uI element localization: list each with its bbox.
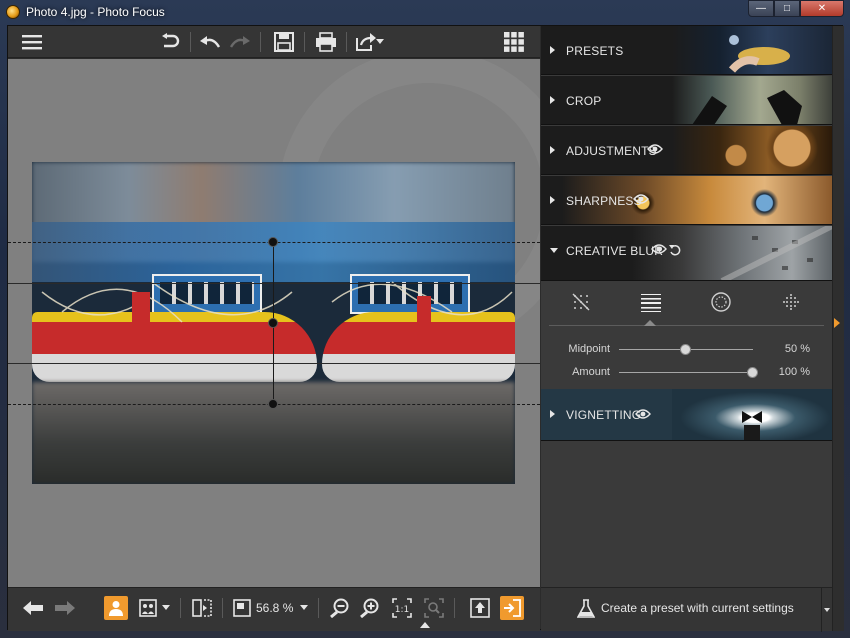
maximize-button[interactable]: □	[774, 0, 800, 17]
title-bar: Photo 4.jpg - Photo Focus — □ ✕	[0, 0, 850, 24]
creative-blur-controls: Midpoint 50 % Amount 100 %	[541, 281, 832, 389]
amount-value: 100 %	[778, 366, 810, 378]
close-button[interactable]: ✕	[800, 0, 844, 17]
zoom-out-icon[interactable]	[328, 596, 352, 620]
vignetting-art	[672, 389, 832, 440]
forward-arrow-icon[interactable]	[52, 596, 76, 620]
redo-icon[interactable]	[226, 30, 254, 54]
section-adjustments[interactable]: ADJUSTMENTS	[541, 126, 832, 175]
no-blur-icon[interactable]	[568, 289, 594, 315]
section-presets[interactable]: PRESETS	[541, 26, 832, 75]
client-area: 56.8 % 1:1 PRESETS CROP ADJUSTMENTS SHAR…	[7, 25, 844, 632]
mode-selector-track	[549, 325, 824, 326]
toolbar-separator	[260, 32, 261, 52]
dot-blur-icon[interactable]	[778, 289, 804, 315]
create-preset-bar[interactable]: Create a preset with current settings	[541, 587, 832, 632]
minimize-button[interactable]: —	[748, 0, 774, 17]
collapsed-caret-icon	[550, 96, 555, 104]
menu-icon[interactable]	[18, 30, 46, 54]
window-title: Photo 4.jpg - Photo Focus	[26, 5, 165, 19]
chevron-down-icon[interactable]	[298, 596, 310, 620]
eye-icon[interactable]	[635, 408, 651, 420]
collapsed-caret-icon	[550, 410, 555, 418]
toolbar-separator	[222, 598, 223, 618]
expanded-caret-icon	[550, 248, 558, 253]
collapsed-caret-icon	[550, 196, 555, 204]
grid-icon[interactable]	[500, 30, 528, 54]
blur-top-handle[interactable]	[268, 237, 278, 247]
section-crop[interactable]: CROP	[541, 76, 832, 125]
save-icon[interactable]	[270, 30, 298, 54]
app-icon	[6, 5, 20, 19]
split-view-icon[interactable]	[190, 596, 214, 620]
blur-bottom-handle[interactable]	[268, 399, 278, 409]
section-label: SHARPNESS	[566, 194, 642, 208]
main-toolbar	[8, 26, 540, 58]
selected-mode-indicator	[644, 320, 656, 326]
linear-blur-icon[interactable]	[638, 289, 664, 315]
crop-art	[672, 76, 832, 124]
section-creative-blur[interactable]: CREATIVE BLUR	[541, 226, 832, 281]
preset-dropdown-button[interactable]	[821, 588, 832, 632]
bottom-toolbar: 56.8 % 1:1	[8, 587, 540, 631]
back-arrow-icon[interactable]	[22, 596, 46, 620]
midpoint-value: 50 %	[784, 343, 810, 355]
midpoint-label: Midpoint	[568, 343, 610, 355]
zoom-level[interactable]: 56.8 %	[256, 601, 293, 615]
panel-edge[interactable]	[832, 26, 844, 631]
reset-icon[interactable]	[669, 244, 681, 256]
window-controls: — □ ✕	[748, 0, 844, 18]
eye-icon[interactable]	[647, 143, 663, 155]
amount-label: Amount	[572, 366, 610, 378]
section-label: VIGNETTING	[566, 408, 642, 422]
create-preset-button[interactable]: Create a preset with current settings	[601, 601, 794, 615]
exit-icon[interactable]	[500, 596, 524, 620]
chevron-down-icon[interactable]	[160, 596, 172, 620]
midpoint-slider-thumb[interactable]	[680, 344, 691, 355]
adjustments-panel: PRESETS CROP ADJUSTMENTS SHARPNESS CREAT…	[541, 26, 832, 587]
collapsed-caret-icon	[550, 146, 555, 154]
eye-icon[interactable]	[633, 193, 649, 205]
export-icon[interactable]	[468, 596, 492, 620]
image-canvas[interactable]	[8, 59, 540, 587]
app-window: Photo 4.jpg - Photo Focus — □ ✕ 56.8 % 1…	[0, 0, 850, 638]
zoom-fit-icon[interactable]	[422, 596, 446, 620]
section-label: CREATIVE BLUR	[566, 244, 664, 258]
blur-inner-guide-bottom[interactable]	[8, 363, 540, 364]
actual-size-icon[interactable]: 1:1	[390, 596, 414, 620]
section-label: ADJUSTMENTS	[566, 144, 657, 158]
section-label: PRESETS	[566, 44, 624, 58]
section-vignetting[interactable]: VIGNETTING	[541, 389, 832, 441]
radial-blur-icon[interactable]	[708, 289, 734, 315]
zoom-in-icon[interactable]	[358, 596, 382, 620]
compare-icon[interactable]	[136, 596, 160, 620]
chevron-down-icon[interactable]	[374, 30, 386, 54]
toolbar-separator	[180, 598, 181, 618]
collapse-filmstrip-icon[interactable]	[420, 622, 430, 628]
fit-icon[interactable]	[230, 596, 254, 620]
undo-icon[interactable]	[196, 30, 224, 54]
collapsed-caret-icon	[550, 46, 555, 54]
panel-toggle-arrow-icon[interactable]	[834, 318, 840, 328]
toolbar-separator	[190, 32, 191, 52]
print-icon[interactable]	[312, 30, 340, 54]
presets-art	[672, 26, 832, 74]
flask-icon	[577, 599, 595, 618]
toolbar-separator	[454, 598, 455, 618]
revert-icon[interactable]	[156, 30, 184, 54]
section-label: CROP	[566, 94, 602, 108]
toolbar-separator	[318, 598, 319, 618]
blur-inner-guide-top[interactable]	[8, 283, 540, 284]
toolbar-separator	[346, 32, 347, 52]
svg-text:1:1: 1:1	[395, 605, 409, 615]
person-icon[interactable]	[104, 596, 128, 620]
amount-slider-track[interactable]	[619, 372, 753, 373]
blur-center-handle[interactable]	[268, 318, 278, 328]
toolbar-separator	[304, 32, 305, 52]
eye-icon[interactable]	[651, 243, 667, 255]
adjustments-art	[672, 126, 832, 174]
section-sharpness[interactable]: SHARPNESS	[541, 176, 832, 225]
amount-slider-thumb[interactable]	[747, 367, 758, 378]
